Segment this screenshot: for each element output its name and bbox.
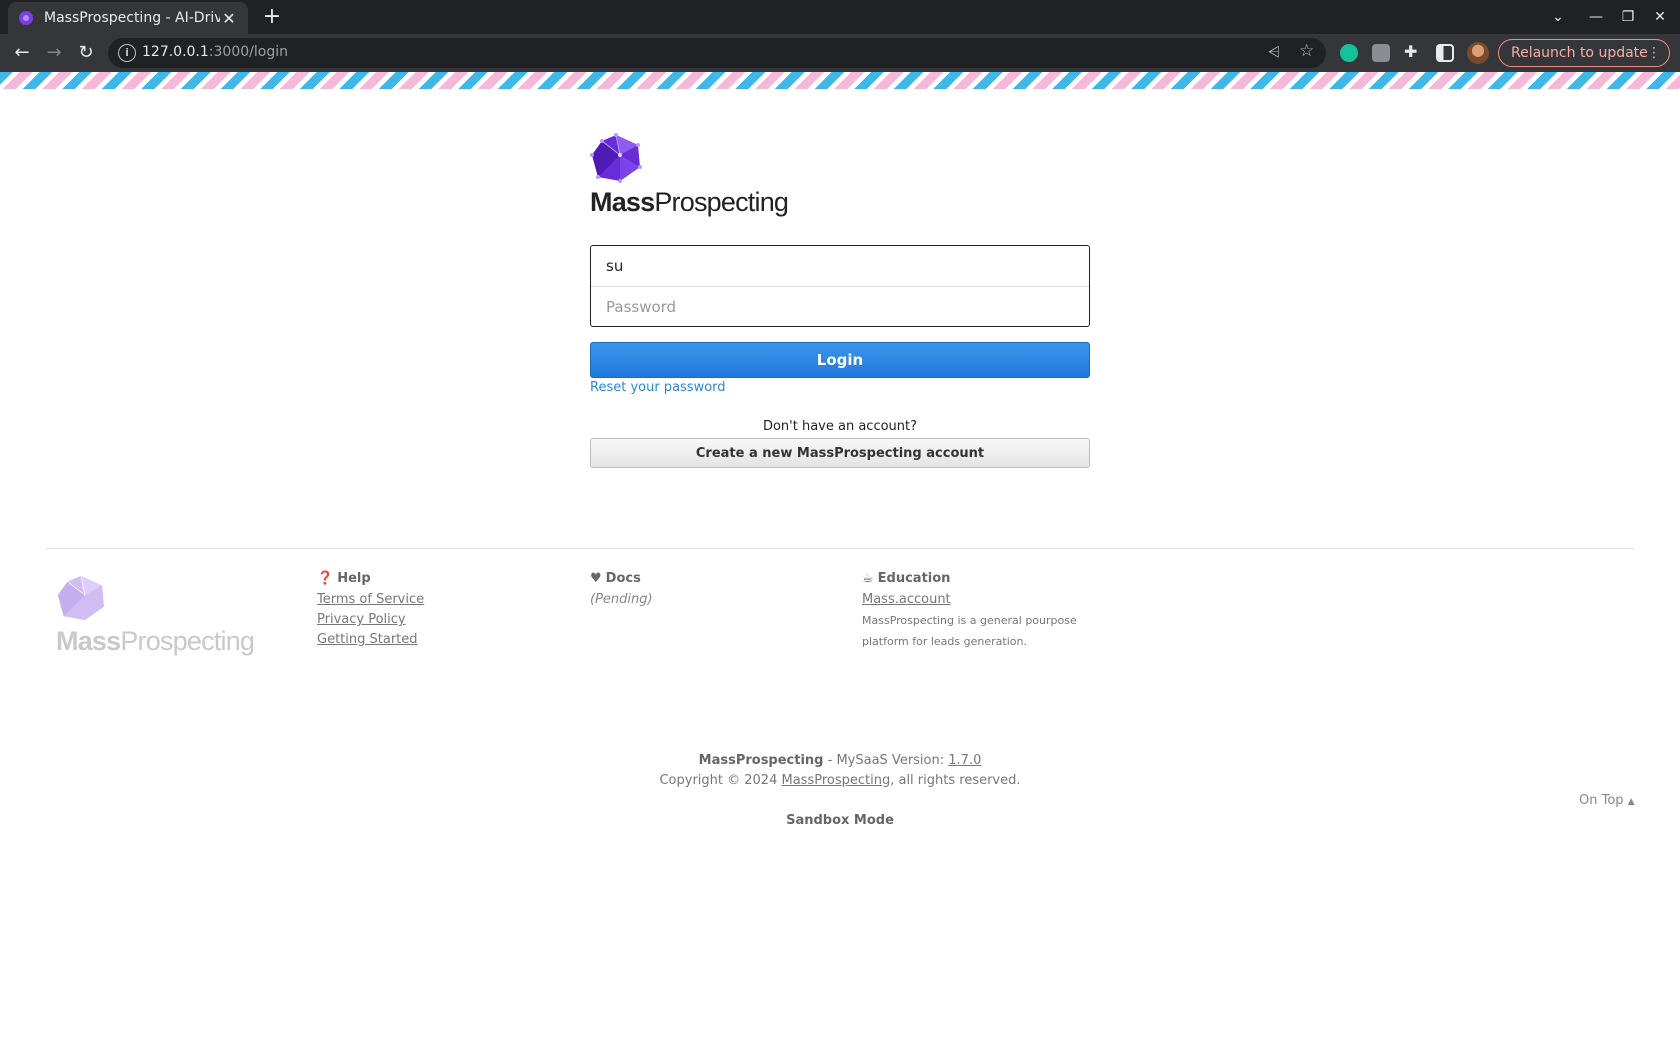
footer-docs-heading: ♥ Docs [590, 571, 653, 586]
restore-icon[interactable]: ❐ [1610, 0, 1646, 34]
profile-avatar[interactable] [1467, 42, 1489, 64]
back-icon[interactable]: ← [8, 40, 36, 66]
url-path: :3000/login [208, 44, 288, 60]
chevron-up-icon: ▲ [1627, 797, 1635, 807]
bookmark-star-icon[interactable]: ☆ [1299, 41, 1314, 61]
terms-of-service-link[interactable]: Terms of Service [317, 590, 424, 610]
browser-tab-bar: MassProspecting - AI-Driv ✕ + ⌄ — ❐ ✕ [0, 0, 1680, 34]
footer-help-heading: ❓ Help [317, 571, 424, 586]
copyright-brand-link[interactable]: MassProspecting [781, 773, 890, 788]
favicon-icon [19, 11, 33, 25]
tab-close-icon[interactable]: ✕ [220, 9, 238, 28]
on-top-link[interactable]: On Top ▲ [1579, 793, 1635, 808]
username-input[interactable] [591, 246, 1089, 286]
address-bar[interactable]: i 127.0.0.1:3000/login ⩤ ☆ [108, 38, 1326, 68]
heart-icon: ♥ [590, 571, 602, 586]
brand-name: MassProspecting [590, 187, 789, 218]
version-text: - MySaaS Version: [823, 753, 949, 768]
on-top-label: On Top [1579, 793, 1624, 808]
brand-name-bold: Mass [590, 187, 655, 217]
forward-icon[interactable]: → [40, 40, 68, 66]
login-button[interactable]: Login [590, 342, 1090, 378]
brand-logo: MassProspecting [590, 133, 789, 218]
getting-started-link[interactable]: Getting Started [317, 630, 424, 650]
url-host: 127.0.0.1 [142, 44, 209, 60]
docs-pending-text: (Pending) [590, 592, 653, 607]
footer-brand-name: MassProspecting [56, 626, 255, 657]
sandbox-text: Sandbox Mode [786, 813, 894, 828]
mass-account-link[interactable]: Mass.account [862, 590, 1102, 610]
footer-docs-column: ♥ Docs (Pending) [590, 571, 653, 610]
polyhedron-logo-icon [590, 133, 642, 183]
privacy-policy-link[interactable]: Privacy Policy [317, 610, 424, 630]
sandbox-mode-label: Sandbox Mode [0, 813, 1680, 828]
new-tab-button[interactable]: + [258, 4, 286, 30]
question-circle-icon: ❓ [317, 571, 334, 586]
brand-name-rest: Prospecting [654, 187, 789, 217]
address-url: 127.0.0.1:3000/login [142, 44, 288, 60]
no-account-text: Don't have an account? [762, 419, 918, 434]
relaunch-button[interactable]: Relaunch to update ⋮ [1498, 39, 1670, 67]
extensions-puzzle-icon[interactable]: ✚ [1404, 42, 1422, 61]
relaunch-label: Relaunch to update [1511, 45, 1648, 61]
login-form [590, 245, 1090, 327]
footer-help-title: Help [337, 571, 371, 586]
tab-title: MassProspecting - AI-Driv [44, 10, 220, 26]
version-brand: MassProspecting [698, 753, 824, 768]
book-icon: ☕ [862, 571, 874, 586]
footer-divider [45, 548, 1635, 549]
footer-education-column: ☕ Education Mass.account MassProspecting … [862, 571, 1102, 652]
grammarly-extension-icon[interactable] [1340, 44, 1358, 62]
browser-toolbar: ← → ↻ i 127.0.0.1:3000/login ⩤ ☆ ✚ Relau… [0, 34, 1680, 72]
copyright-line: Copyright © 2024 MassProspecting, all ri… [0, 773, 1680, 788]
browser-tab[interactable]: MassProspecting - AI-Driv ✕ [8, 2, 248, 34]
version-number-link[interactable]: 1.7.0 [948, 753, 981, 768]
footer-education-heading: ☕ Education [862, 571, 1102, 586]
footer-education-title: Education [877, 571, 951, 586]
footer-logo: MassProspecting [56, 574, 255, 657]
site-info-icon[interactable]: i [118, 44, 136, 62]
menu-dots-icon[interactable]: ⋮ [1647, 40, 1661, 66]
extension-h-icon[interactable] [1372, 44, 1390, 62]
tab-search-icon[interactable]: ⌄ [1540, 0, 1576, 34]
footer-help-column: ❓ Help Terms of Service Privacy Policy Ge… [317, 571, 424, 650]
footer-polyhedron-logo-icon [57, 575, 105, 621]
copyright-suffix: , all rights reserved. [890, 773, 1021, 788]
footer-brand-bold: Mass [56, 626, 121, 656]
side-panel-icon[interactable] [1436, 44, 1454, 62]
reload-icon[interactable]: ↻ [72, 40, 100, 66]
create-account-button[interactable]: Create a new MassProspecting account [590, 438, 1090, 468]
footer-brand-rest: Prospecting [120, 626, 255, 656]
reset-password-link[interactable]: Reset your password [590, 380, 726, 395]
share-icon[interactable]: ⩤ [1268, 43, 1280, 61]
education-description: MassProspecting is a general pourpose pl… [862, 614, 1077, 648]
window-close-icon[interactable]: ✕ [1642, 0, 1678, 34]
decorative-stripe [0, 72, 1680, 89]
minimize-icon[interactable]: — [1578, 0, 1614, 34]
copyright-prefix: Copyright © 2024 [659, 773, 782, 788]
version-line: MassProspecting - MySaaS Version: 1.7.0 [0, 753, 1680, 768]
password-input[interactable] [591, 287, 1089, 327]
footer-docs-title: Docs [605, 571, 641, 586]
